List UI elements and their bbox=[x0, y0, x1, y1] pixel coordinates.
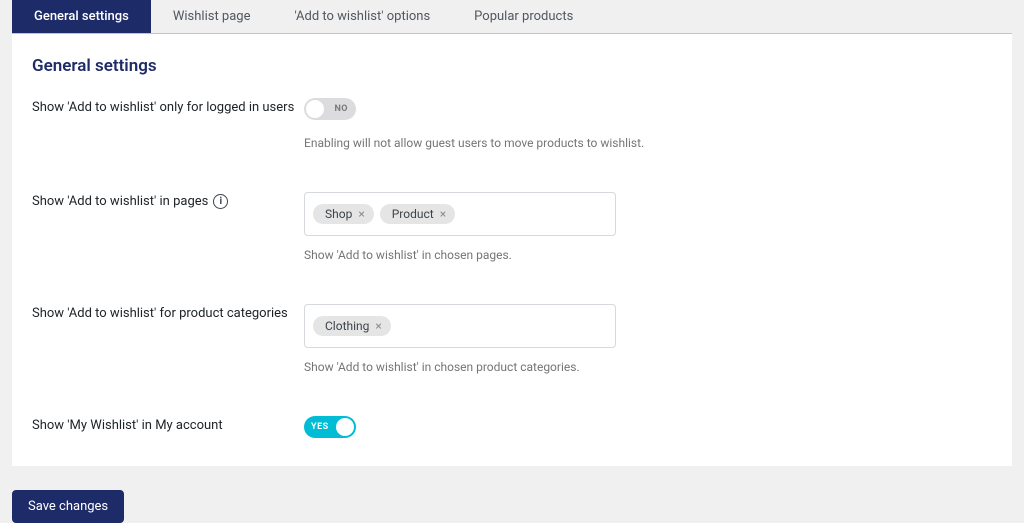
pages-tag-input[interactable]: Shop × Product × bbox=[304, 192, 616, 236]
categories-tag-input[interactable]: Clothing × bbox=[304, 304, 616, 348]
row-label: Show 'Add to wishlist' in pages bbox=[32, 194, 208, 209]
tab-wishlist-page[interactable]: Wishlist page bbox=[151, 0, 273, 33]
chip-remove-icon[interactable]: × bbox=[358, 208, 364, 220]
save-button[interactable]: Save changes bbox=[12, 490, 124, 523]
helper-text: Show 'Add to wishlist' in chosen pages. bbox=[304, 248, 992, 262]
chip-shop: Shop × bbox=[313, 204, 374, 224]
row-label: Show 'Add to wishlist' only for logged i… bbox=[32, 98, 304, 115]
chip-clothing: Clothing × bbox=[313, 316, 391, 336]
row-pages: Show 'Add to wishlist' in pages i Shop ×… bbox=[32, 192, 992, 262]
chip-remove-icon[interactable]: × bbox=[440, 208, 446, 220]
row-label: Show 'Add to wishlist' for product categ… bbox=[32, 304, 304, 321]
chip-product: Product × bbox=[380, 204, 455, 224]
tab-add-to-wishlist-options[interactable]: 'Add to wishlist' options bbox=[273, 0, 453, 33]
toggle-my-account[interactable]: YES bbox=[304, 416, 356, 438]
tab-general-settings[interactable]: General settings bbox=[12, 0, 151, 33]
toggle-knob bbox=[336, 418, 354, 436]
toggle-knob bbox=[306, 100, 324, 118]
panel-title: General settings bbox=[32, 56, 992, 76]
chip-remove-icon[interactable]: × bbox=[375, 320, 381, 332]
tab-popular-products[interactable]: Popular products bbox=[452, 0, 595, 33]
toggle-logged-in-users[interactable]: NO bbox=[304, 98, 356, 120]
toggle-text: YES bbox=[311, 422, 329, 432]
toggle-text: NO bbox=[334, 104, 348, 114]
helper-text: Show 'Add to wishlist' in chosen product… bbox=[304, 360, 992, 374]
settings-tabs: General settings Wishlist page 'Add to w… bbox=[12, 0, 1012, 34]
row-logged-in-users: Show 'Add to wishlist' only for logged i… bbox=[32, 98, 992, 150]
helper-text: Enabling will not allow guest users to m… bbox=[304, 136, 992, 150]
row-my-account: Show 'My Wishlist' in My account YES bbox=[32, 416, 992, 442]
settings-panel: General settings Show 'Add to wishlist' … bbox=[12, 34, 1012, 466]
info-icon[interactable]: i bbox=[213, 194, 228, 209]
row-label: Show 'My Wishlist' in My account bbox=[32, 416, 304, 433]
row-categories: Show 'Add to wishlist' for product categ… bbox=[32, 304, 992, 374]
